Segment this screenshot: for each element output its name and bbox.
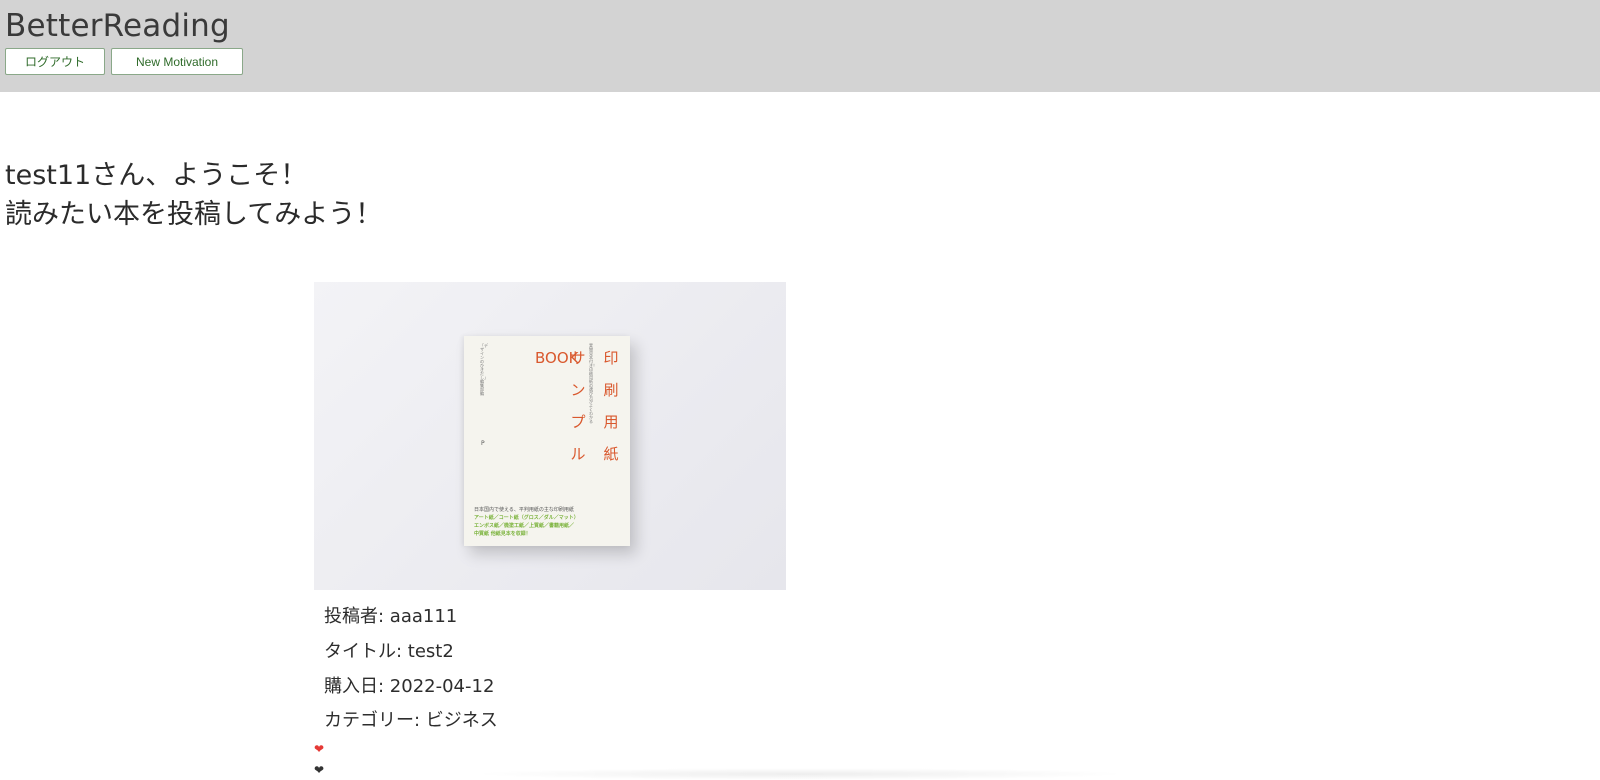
- book-cover: 印刷用紙 実物見本付き！印刷用紙の選び方がよくわかる サンプル BOOK 「デザ…: [464, 336, 630, 546]
- like-heart-icon[interactable]: ❤: [314, 743, 324, 755]
- cover-title-column: 印刷用紙: [603, 349, 619, 463]
- cover-footer-line: 中質紙 他紙見本を収録！: [474, 531, 531, 537]
- cover-footer-line: エンボス紙／微塗工紙／上質紙／書籍用紙／: [474, 523, 575, 529]
- cover-author: 「デザインのひきだし」編集部 編: [480, 343, 488, 396]
- welcome-message: test11さん、ようこそ！: [5, 160, 308, 191]
- unlike-heart-icon[interactable]: ❤: [314, 764, 324, 776]
- cover-footer-text: 日本国内で使える、平判用紙の主な印刷用紙 アート紙／コート紙（グロス／ダル／マッ…: [474, 506, 624, 538]
- cover-subtitle: 実物見本付き！印刷用紙の選び方がよくわかる: [589, 343, 597, 424]
- cover-title-column: BOOK: [535, 349, 579, 367]
- brand-logo[interactable]: BetterReading: [5, 8, 230, 44]
- book-cover-image[interactable]: 印刷用紙 実物見本付き！印刷用紙の選び方がよくわかる サンプル BOOK 「デザ…: [314, 282, 786, 590]
- cover-footer-line: アート紙／コート紙（グロス／ダル／マット）: [474, 515, 579, 521]
- post-prompt: 読みたい本を投稿してみよう！: [5, 199, 383, 230]
- purchase-date: 購入日: 2022-04-12: [324, 676, 495, 697]
- logout-button[interactable]: ログアウト: [5, 48, 105, 75]
- app-header: BetterReading ログアウト New Motivation: [0, 0, 1600, 92]
- new-motivation-button[interactable]: New Motivation: [111, 48, 243, 75]
- next-card-shadow: [470, 768, 1130, 780]
- book-post-card: 印刷用紙 実物見本付き！印刷用紙の選び方がよくわかる サンプル BOOK 「デザ…: [314, 282, 786, 776]
- publisher-mark: P: [481, 440, 485, 447]
- cover-footer-line: 日本国内で使える、平判用紙の主な印刷用紙: [474, 507, 574, 513]
- poster-name: 投稿者: aaa111: [324, 606, 458, 627]
- book-title: タイトル: test2: [324, 641, 454, 662]
- book-category: カテゴリー: ビジネス: [324, 710, 498, 731]
